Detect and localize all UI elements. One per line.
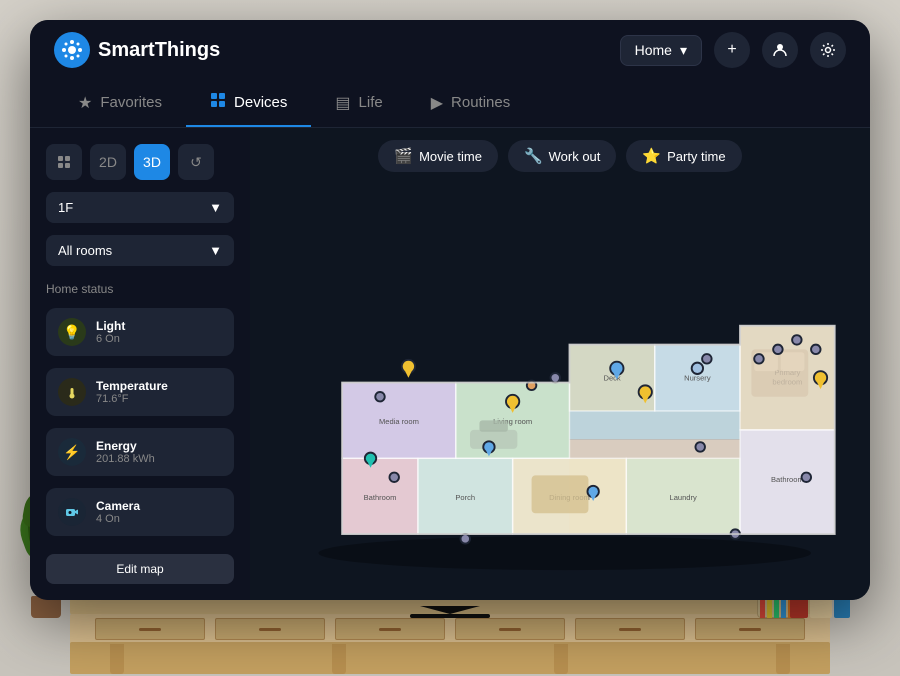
devices-icon (210, 92, 226, 113)
camera-text: Camera 4 On (96, 499, 222, 525)
room-selector[interactable]: All rooms ▼ (46, 235, 234, 266)
tab-life-label: Life (359, 94, 383, 111)
grid-view-btn[interactable] (46, 144, 82, 180)
workout-mode-chip[interactable]: 🔧 Work out (508, 140, 616, 172)
light-value: 6 On (96, 333, 222, 345)
status-energy[interactable]: ⚡ Energy 201.88 kWh (46, 428, 234, 476)
home-status-label: Home status (46, 282, 234, 296)
floor-plan-svg: Media room Living room Deck Nursery Prim… (270, 212, 850, 572)
floor-plan: Media room Living room Deck Nursery Prim… (250, 184, 870, 600)
home-label: Home (635, 42, 672, 58)
logo: SmartThings (54, 32, 220, 68)
svg-text:Nursery: Nursery (684, 374, 711, 383)
tab-devices[interactable]: Devices (186, 80, 311, 127)
camera-name: Camera (96, 499, 222, 513)
status-light[interactable]: 💡 Light 6 On (46, 308, 234, 356)
temp-icon (58, 378, 86, 406)
movie-mode-chip[interactable]: 🎬 Movie time (378, 140, 498, 172)
tab-favorites-label: Favorites (100, 94, 162, 111)
svg-text:Porch: Porch (455, 493, 475, 502)
energy-text: Energy 201.88 kWh (96, 439, 222, 465)
home-selector[interactable]: Home ▾ (620, 35, 702, 66)
main-content: 2D 3D ↺ 1F ▼ All rooms ▼ Home status (30, 128, 870, 600)
movie-icon: 🎬 (394, 147, 413, 165)
room-arrow: ▼ (209, 243, 222, 258)
view-controls: 2D 3D ↺ (46, 144, 234, 180)
home-arrow: ▾ (680, 42, 687, 59)
edit-map-button[interactable]: Edit map (46, 554, 234, 584)
settings-button[interactable] (810, 32, 846, 68)
nav-tabs: ★ Favorites Devices ▤ Life ▶ Routines (30, 80, 870, 128)
favorites-icon: ★ (78, 93, 92, 113)
app-name: SmartThings (98, 39, 220, 62)
add-button[interactable]: + (714, 32, 750, 68)
tab-favorites[interactable]: ★ Favorites (54, 81, 186, 127)
tab-devices-label: Devices (234, 94, 287, 111)
floor-label: 1F (58, 200, 73, 215)
floor-arrow: ▼ (209, 200, 222, 215)
tv-frame: SmartThings Home ▾ + ★ Favorites Devi (30, 20, 870, 600)
logo-icon (54, 32, 90, 68)
life-icon: ▤ (335, 93, 350, 113)
party-icon: ⭐ (642, 147, 661, 165)
sidebar: 2D 3D ↺ 1F ▼ All rooms ▼ Home status (30, 128, 250, 600)
2d-view-btn[interactable]: 2D (90, 144, 126, 180)
movie-label: Movie time (419, 149, 482, 164)
status-temperature[interactable]: Temperature 71.6°F (46, 368, 234, 416)
party-mode-chip[interactable]: ⭐ Party time (626, 140, 741, 172)
history-btn[interactable]: ↺ (178, 144, 214, 180)
3d-view-btn[interactable]: 3D (134, 144, 170, 180)
tab-routines-label: Routines (451, 94, 510, 111)
camera-value: 4 On (96, 513, 222, 525)
energy-name: Energy (96, 439, 222, 453)
floor-selector[interactable]: 1F ▼ (46, 192, 234, 223)
room-label: All rooms (58, 243, 112, 258)
light-icon: 💡 (58, 318, 86, 346)
profile-button[interactable] (762, 32, 798, 68)
svg-text:Media room: Media room (379, 417, 419, 426)
temp-value: 71.6°F (96, 393, 222, 405)
tab-life[interactable]: ▤ Life (311, 81, 406, 127)
quick-modes: 🎬 Movie time 🔧 Work out ⭐ Party time (250, 128, 870, 184)
status-camera[interactable]: Camera 4 On (46, 488, 234, 536)
svg-text:Bathroom: Bathroom (771, 475, 804, 484)
camera-icon (58, 498, 86, 526)
light-text: Light 6 On (96, 319, 222, 345)
svg-text:Laundry: Laundry (669, 493, 697, 502)
header-controls: Home ▾ + (620, 32, 846, 68)
workout-icon: 🔧 (524, 147, 543, 165)
map-area: 🎬 Movie time 🔧 Work out ⭐ Party time (250, 128, 870, 600)
energy-icon: ⚡ (58, 438, 86, 466)
energy-value: 201.88 kWh (96, 453, 222, 465)
routines-icon: ▶ (431, 93, 443, 113)
party-label: Party time (667, 149, 726, 164)
app-header: SmartThings Home ▾ + (30, 20, 870, 80)
tab-routines[interactable]: ▶ Routines (407, 81, 535, 127)
temp-text: Temperature 71.6°F (96, 379, 222, 405)
workout-label: Work out (549, 149, 601, 164)
light-name: Light (96, 319, 222, 333)
svg-text:Bathroom: Bathroom (364, 493, 397, 502)
temp-name: Temperature (96, 379, 222, 393)
